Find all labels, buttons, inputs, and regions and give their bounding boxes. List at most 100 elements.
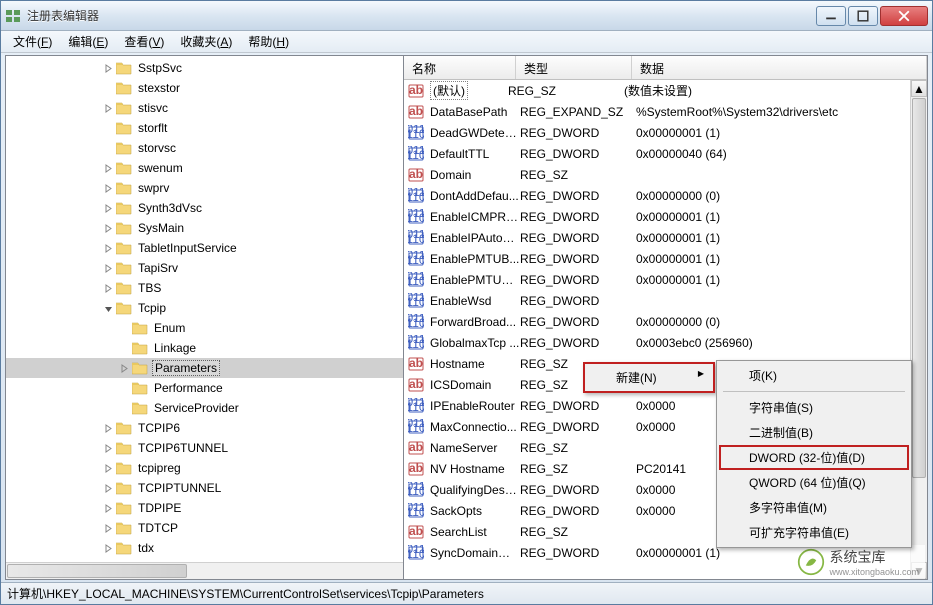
tree-pane[interactable]: SstpSvcstexstorstisvcstorfltstorvscswenu… [6,56,404,579]
expander-icon[interactable] [102,62,114,74]
tree-item[interactable]: TCPIP6 [6,418,403,438]
submenu-item[interactable]: 字符串值(S) [719,395,909,420]
menu-e[interactable]: 编辑(E) [60,31,116,52]
col-data[interactable]: 数据 [632,56,927,79]
context-submenu-new[interactable]: 项(K) 字符串值(S)二进制值(B)DWORD (32-位)值(D)QWORD … [716,360,912,548]
expander-icon[interactable] [102,462,114,474]
value-row[interactable]: abDomainREG_SZ [404,164,927,185]
value-row[interactable]: 011110ForwardBroad...REG_DWORD0x00000000… [404,311,927,332]
value-data: 0x00000001 (1) [636,126,927,140]
tree-item[interactable]: ServiceProvider [6,398,403,418]
value-row[interactable]: 011110DontAddDefau...REG_DWORD0x00000000… [404,185,927,206]
tree-item[interactable]: stisvc [6,98,403,118]
expander-icon[interactable] [102,302,114,314]
expander-icon[interactable] [102,202,114,214]
expander-icon[interactable] [102,502,114,514]
tree-item[interactable]: TapiSrv [6,258,403,278]
expander-icon[interactable] [102,182,114,194]
expander-icon[interactable] [102,262,114,274]
expander-icon[interactable] [102,422,114,434]
dword-icon: 011110 [408,335,424,351]
folder-icon [116,461,132,475]
expander-icon[interactable] [102,482,114,494]
value-row[interactable]: 011110EnablePMTUB...REG_DWORD0x00000001 … [404,248,927,269]
tree-item[interactable]: TBS [6,278,403,298]
submenu-item[interactable]: 二进制值(B) [719,420,909,445]
expander-icon[interactable] [102,82,114,94]
expander-icon[interactable] [118,382,130,394]
tree-item[interactable]: stexstor [6,78,403,98]
expander-icon[interactable] [118,342,130,354]
tree-item[interactable]: TDTCP [6,518,403,538]
col-type[interactable]: 类型 [516,56,632,79]
expander-icon[interactable] [102,162,114,174]
dword-icon: 011110 [408,398,424,414]
expander-icon[interactable] [102,542,114,554]
value-type: REG_DWORD [520,546,636,560]
value-row[interactable]: 011110GlobalmaxTcp ...REG_DWORD0x0003ebc… [404,332,927,353]
menu-a[interactable]: 收藏夹(A) [172,31,240,52]
dword-icon: 011110 [408,188,424,204]
expander-icon[interactable] [102,442,114,454]
expander-icon[interactable] [102,222,114,234]
tree-item[interactable]: Parameters [6,358,403,378]
maximize-button[interactable] [848,6,878,26]
menu-f[interactable]: 文件(F) [5,31,60,52]
menu-v[interactable]: 查看(V) [116,31,172,52]
expander-icon[interactable] [102,122,114,134]
value-row[interactable]: 011110EnableICMPRe...REG_DWORD0x00000001… [404,206,927,227]
tree-item[interactable]: SysMain [6,218,403,238]
titlebar[interactable]: 注册表编辑器 [1,1,932,31]
tree-item[interactable]: SstpSvc [6,58,403,78]
submenu-item[interactable]: QWORD (64 位)值(Q) [719,470,909,495]
tree-item[interactable]: swenum [6,158,403,178]
tree-item[interactable]: TCPIPTUNNEL [6,478,403,498]
tree-item[interactable]: Performance [6,378,403,398]
scroll-up-icon[interactable]: ▲ [911,80,927,97]
col-name[interactable]: 名称 [404,56,516,79]
expander-icon[interactable] [102,282,114,294]
expander-icon[interactable] [118,362,130,374]
submenu-item[interactable]: DWORD (32-位)值(D) [719,445,909,470]
close-button[interactable] [880,6,928,26]
folder-icon [116,201,132,215]
value-row[interactable]: 011110DefaultTTLREG_DWORD0x00000040 (64) [404,143,927,164]
tree-item[interactable]: TCPIP6TUNNEL [6,438,403,458]
expander-icon[interactable] [118,322,130,334]
minimize-button[interactable] [816,6,846,26]
list-header[interactable]: 名称 类型 数据 [404,56,927,80]
context-menu-new[interactable]: 新建(N) [583,362,715,393]
tree-h-scrollbar[interactable] [6,562,403,579]
expander-icon[interactable] [102,142,114,154]
svg-text:110: 110 [408,547,424,561]
expander-icon[interactable] [102,522,114,534]
value-row[interactable]: 011110DeadGWDetec...REG_DWORD0x00000001 … [404,122,927,143]
tree-item[interactable]: Tcpip [6,298,403,318]
tree-item[interactable]: tdx [6,538,403,558]
menu-h[interactable]: 帮助(H) [240,31,297,52]
submenu-item[interactable]: 可扩充字符串值(E) [719,520,909,545]
tree-item[interactable]: TabletInputService [6,238,403,258]
value-row[interactable]: 011110EnableWsdREG_DWORD [404,290,927,311]
value-row[interactable]: 011110EnableIPAutoC...REG_DWORD0x0000000… [404,227,927,248]
value-row[interactable]: ab(默认)REG_SZ(数值未设置) [404,80,927,101]
menu-new[interactable]: 新建(N) [586,365,712,390]
tree-item[interactable]: TDPIPE [6,498,403,518]
tree-item[interactable]: swprv [6,178,403,198]
expander-icon[interactable] [102,102,114,114]
expander-icon[interactable] [102,242,114,254]
tree-item[interactable]: tcpipreg [6,458,403,478]
expander-icon[interactable] [118,402,130,414]
submenu-item[interactable]: 项(K) [719,363,909,388]
tree-item[interactable]: Synth3dVsc [6,198,403,218]
tree-item[interactable]: Enum [6,318,403,338]
tree-item[interactable]: Linkage [6,338,403,358]
submenu-item[interactable]: 多字符串值(M) [719,495,909,520]
tree-item[interactable]: storflt [6,118,403,138]
svg-text:110: 110 [408,400,424,414]
value-row[interactable]: 011110EnablePMTUDi...REG_DWORD0x00000001… [404,269,927,290]
tree-label: ServiceProvider [152,401,241,415]
tree-item[interactable]: storvsc [6,138,403,158]
value-row[interactable]: abDataBasePathREG_EXPAND_SZ%SystemRoot%\… [404,101,927,122]
list-v-scrollbar[interactable]: ▲ ▼ [910,80,927,579]
